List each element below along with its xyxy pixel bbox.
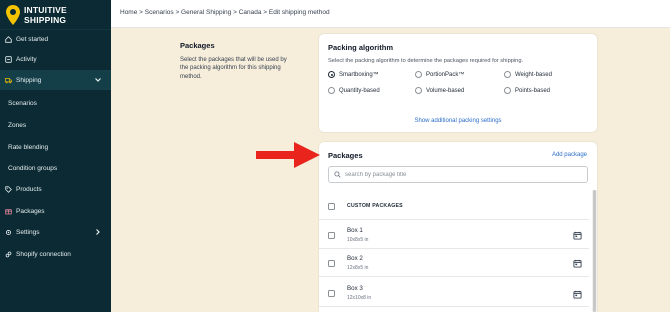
package-dimensions: 12x10x8 in [347,295,372,301]
card-title: Packing algorithm [328,43,394,52]
sidebar-item-label: Rate blending [8,143,49,151]
radio-indicator[interactable] [504,87,511,94]
home-icon [5,35,12,43]
sidebar: INTUITIVE SHIPPING Get started Activity … [0,0,111,312]
radio-volume-based[interactable]: Volume-based [415,87,464,94]
sidebar-item-label: Activity [16,55,37,63]
sidebar-item-activity[interactable]: Activity [0,49,111,69]
package-icon [5,208,12,214]
sidebar-item-rate-blending[interactable]: Rate blending [0,137,111,157]
sidebar-item-zones[interactable]: Zones [0,115,111,135]
sidebar-item-label: Shopify connection [16,250,71,258]
truck-icon [5,77,12,83]
row-checkbox[interactable] [328,290,335,297]
row-divider [319,276,589,277]
calendar-icon[interactable] [573,290,582,299]
radio-indicator[interactable] [415,71,422,78]
sidebar-item-condition-groups[interactable]: Condition groups [0,158,111,178]
package-name: Box 2 [347,255,363,262]
top-bar: Home > Scenarios > General Shipping > Ca… [111,0,670,28]
radio-label: Points-based [515,87,551,94]
sidebar-item-label: Settings [16,228,40,236]
sidebar-item-settings[interactable]: Settings [0,222,111,242]
row-checkbox[interactable] [328,232,335,239]
row-divider [319,219,589,220]
brand-line-2: SHIPPING [24,14,67,25]
chevron-down-icon [95,78,101,82]
section-title: Packages [180,41,215,50]
gear-icon [5,229,12,235]
radio-portionpack[interactable]: PortionPack™ [415,71,464,78]
column-header: CUSTOM PACKAGES [347,203,403,209]
radio-weight-based[interactable]: Weight-based [504,71,552,78]
radio-smartboxing[interactable]: Smartboxing™ [328,71,379,78]
row-divider [319,248,589,249]
packing-algorithm-card: Packing algorithm Select the packing alg… [319,34,597,132]
sidebar-item-shopify-connection[interactable]: Shopify connection [0,244,111,264]
package-dimensions: 12x8x5 in [347,265,369,271]
package-dimensions: 10x8x5 in [347,237,369,243]
activity-icon [5,55,12,63]
sidebar-item-label: Products [16,185,42,193]
sidebar-item-products[interactable]: Products [0,179,111,199]
sidebar-item-label: Scenarios [8,99,37,107]
breadcrumb[interactable]: Home > Scenarios > General Shipping > Ca… [120,9,330,16]
row-divider [319,306,589,307]
add-package-link[interactable]: Add package [552,152,587,158]
search-input[interactable] [345,171,575,178]
calendar-icon[interactable] [573,231,582,240]
card-subtitle: Select the packing algorithm to determin… [328,58,524,64]
scrollbar[interactable] [592,190,597,312]
brand-name: INTUITIVE SHIPPING [24,5,67,25]
sidebar-item-get-started[interactable]: Get started [0,29,111,49]
sidebar-item-shipping[interactable]: Shipping [0,70,111,90]
scrollbar-thumb[interactable] [593,190,596,312]
radio-indicator[interactable] [504,71,511,78]
link-icon [5,251,12,257]
radio-label: Volume-based [426,87,465,94]
sidebar-item-scenarios[interactable]: Scenarios [0,93,111,113]
section-description: Select the packages that will be used by… [180,57,287,80]
calendar-icon[interactable] [573,259,582,268]
packages-card: Packages Add package CUSTOM PACKAGES Box… [319,142,597,312]
sidebar-item-label: Zones [8,121,27,129]
card-title: Packages [328,151,363,160]
brand-logo[interactable]: INTUITIVE SHIPPING [4,4,110,30]
search-field[interactable] [328,166,588,183]
radio-label: Smartboxing™ [339,71,379,78]
sidebar-item-label: Get started [16,35,49,43]
row-checkbox[interactable] [328,260,335,267]
sidebar-item-packages[interactable]: Packages [0,201,111,221]
map-pin-icon [6,5,20,25]
radio-selected-indicator[interactable] [328,71,335,78]
chevron-right-icon [96,229,100,235]
package-name: Box 1 [347,227,363,234]
select-all-checkbox[interactable] [328,203,335,210]
radio-points-based[interactable]: Points-based [504,87,550,94]
radio-indicator[interactable] [415,87,422,94]
search-icon [334,171,341,178]
sidebar-item-label: Packages [16,207,45,215]
radio-label: Quantity-based [339,87,380,94]
radio-label: PortionPack™ [426,71,465,78]
package-name: Box 3 [347,285,363,292]
sidebar-item-label: Shipping [16,76,42,84]
tag-icon [5,185,12,193]
show-additional-settings-link[interactable]: Show additional packing settings [319,118,597,124]
radio-quantity-based[interactable]: Quantity-based [328,87,380,94]
annotation-arrow-icon [256,142,320,168]
radio-label: Weight-based [515,71,552,78]
radio-indicator[interactable] [328,87,335,94]
sidebar-item-label: Condition groups [8,164,58,172]
